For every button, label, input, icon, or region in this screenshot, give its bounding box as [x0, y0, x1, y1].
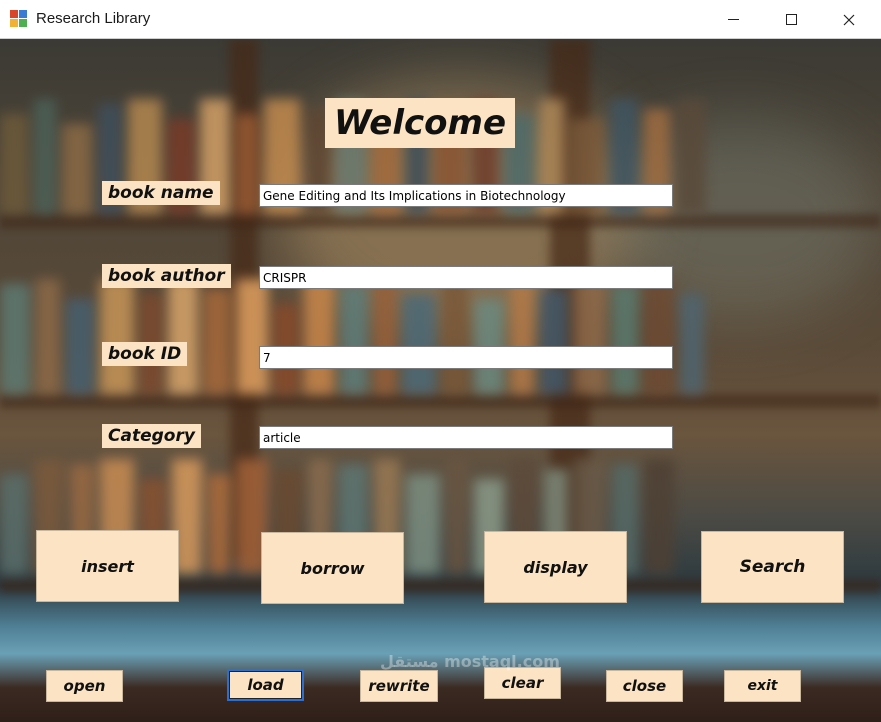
borrow-button[interactable]: borrow [261, 532, 404, 604]
app-window-icon [10, 10, 28, 28]
maximize-icon [785, 14, 797, 25]
book-id-label: book ID [102, 342, 188, 366]
open-button[interactable]: open [46, 670, 123, 702]
search-button[interactable]: Search [701, 531, 844, 603]
close-window-button[interactable] [820, 0, 878, 39]
book-name-input[interactable] [259, 184, 673, 207]
book-id-input[interactable] [259, 346, 673, 369]
exit-button[interactable]: exit [724, 670, 801, 702]
welcome-banner: Welcome [325, 98, 515, 148]
clear-button[interactable]: clear [484, 667, 561, 699]
minimize-icon [727, 19, 739, 20]
category-label: Category [102, 424, 201, 448]
maximize-button[interactable] [762, 0, 820, 39]
book-author-label: book author [102, 264, 231, 288]
window-title: Research Library [36, 10, 151, 27]
load-button[interactable]: load [227, 669, 304, 701]
book-author-input[interactable] [259, 266, 673, 289]
close-icon [843, 14, 855, 25]
minimize-button[interactable] [704, 0, 762, 39]
display-button[interactable]: display [484, 531, 627, 603]
category-input[interactable] [259, 426, 673, 449]
insert-button[interactable]: insert [36, 530, 179, 602]
close-button[interactable]: close [606, 670, 683, 702]
rewrite-button[interactable]: rewrite [360, 670, 438, 702]
book-name-label: book name [102, 181, 220, 205]
title-bar: Research Library [0, 0, 881, 39]
